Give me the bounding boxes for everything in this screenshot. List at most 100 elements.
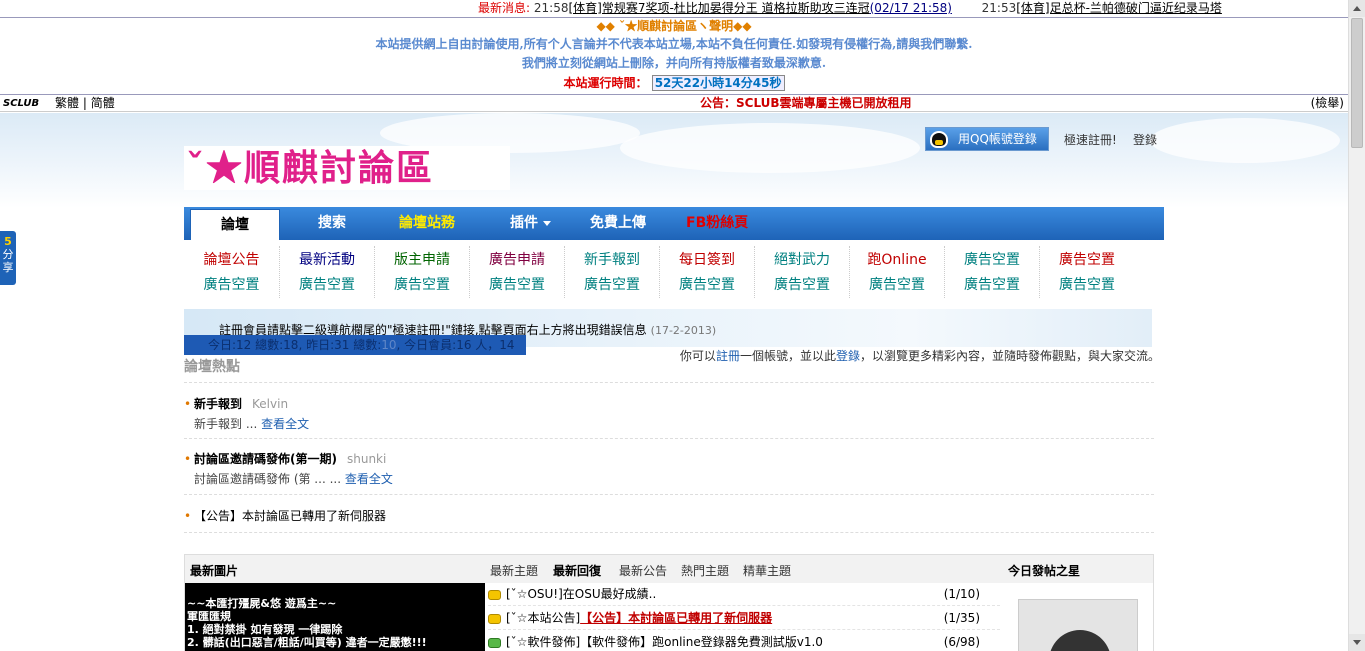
vertical-scrollbar[interactable] — [1348, 0, 1365, 651]
scroll-up-arrow[interactable] — [1349, 0, 1365, 17]
forum-stats: 今日:12 總數:18, 昨日:31 總數:10, 今日會員:16 人，14 — [184, 335, 526, 355]
quick-link-ad-slot[interactable]: 廣告空置 — [375, 271, 469, 296]
quick-link-ad-slot[interactable]: 廣告空置 — [280, 271, 374, 296]
quick-link[interactable]: 絕對武力 — [755, 246, 849, 271]
scroll-thumb[interactable] — [1351, 18, 1363, 148]
tab-latest-notices[interactable]: 最新公告 — [619, 562, 667, 579]
ticker-label: 最新消息: — [478, 1, 531, 15]
register-link[interactable]: 極速註冊! — [1064, 131, 1117, 148]
latest-pictures-label: 最新圖片 — [190, 564, 239, 578]
tab-featured-topics[interactable]: 精華主題 — [743, 562, 791, 579]
disclaimer-title: ◆◆ ˇ★順麒討論區ヽ聲明◆◆ — [596, 19, 752, 33]
hot-section-title: 論壇熱點 — [184, 359, 240, 375]
thread-row[interactable]: [ˇ☆OSU!]在OSU最好成績.. (1/10) — [488, 583, 1000, 606]
quick-links-column: 廣告空置 廣告空置 — [1039, 246, 1134, 298]
nav-site-affairs[interactable]: 論壇站務 — [399, 207, 455, 240]
welcome-text: 你可以 — [679, 349, 716, 363]
quick-link-ad-slot[interactable]: 廣告空置 — [850, 271, 944, 296]
quick-links-column: 最新活動 廣告空置 — [279, 246, 374, 298]
login-link[interactable]: 登錄 — [1133, 131, 1157, 148]
quick-link-ad-slot[interactable]: 廣告空置 — [1040, 271, 1134, 296]
lang-separator: | — [82, 96, 87, 110]
runtime-label: 本站運行時間： — [563, 76, 648, 90]
quick-link-ad-slot[interactable]: 廣告空置 — [660, 271, 754, 296]
announcement-date: (17-2-2013) — [650, 324, 717, 337]
sclub-logo[interactable]: SCLUB — [3, 95, 39, 112]
quick-link[interactable]: 最新活動 — [280, 246, 374, 271]
divider — [184, 438, 1154, 439]
quick-link[interactable]: 廣告空置 — [945, 246, 1039, 271]
ticker-news-link[interactable]: [体育]足总杯-兰帕德破门逼近纪录马塔 — [1016, 1, 1222, 15]
quick-link[interactable]: 每日簽到 — [660, 246, 754, 271]
quick-link[interactable]: 論壇公告 — [184, 246, 279, 271]
divider — [184, 494, 1154, 495]
simplified-link[interactable]: 简體 — [91, 96, 115, 110]
latest-picture[interactable]: ~~本匯打殭屍&悠 遊爲主~~ 軍匯匯規 1. 絕對禁掛 如有發現 一律踢除 2… — [185, 583, 485, 651]
stats-tail: , 今日會員:16 人，14 — [396, 338, 515, 352]
disclaimer-line: 本站提供網上自由討論使用,所有个人言論并不代表本站立場,本站不負任何責任.如發現… — [375, 37, 973, 51]
scroll-down-arrow[interactable] — [1349, 634, 1365, 651]
read-more-link[interactable]: 查看全文 — [345, 472, 393, 486]
avatar[interactable] — [1018, 599, 1138, 651]
welcome-login-link[interactable]: 登錄 — [836, 349, 860, 363]
welcome-register-link[interactable]: 註冊 — [716, 349, 740, 363]
quick-link-ad-slot[interactable]: 廣告空置 — [565, 271, 659, 296]
tab-latest-replies[interactable]: 最新回復 — [553, 562, 601, 579]
site-logo-text: ˇ★順麒討論區 — [186, 147, 435, 189]
qq-login-button[interactable]: 用QQ帳號登錄 — [925, 127, 1049, 151]
quick-link[interactable]: 廣告申請 — [470, 246, 564, 271]
nav-free-upload[interactable]: 免費上傳 — [590, 207, 646, 240]
share-tab[interactable]: 5 分享 — [0, 231, 16, 285]
thread-row[interactable]: [ˇ☆軟件發佈]【軟件發佈】跑online登錄器免費測試版v1.0 (6/98) — [488, 631, 1000, 651]
quick-link[interactable]: 新手報到 — [565, 246, 659, 271]
hot-item-author[interactable]: shunki — [347, 452, 386, 466]
hot-notice-link[interactable]: 【公告】本討論區已轉用了新伺服器 — [194, 509, 386, 523]
stats-total: 10 — [381, 338, 397, 352]
welcome-text: 一個帳號，並以此 — [739, 349, 836, 363]
welcome-message: 你可以註冊一個帳號，並以此登錄，以瀏覽更多精彩內容，並隨時發佈觀點，與大家交流。 — [680, 347, 1160, 364]
traditional-link[interactable]: 繁體 — [55, 96, 79, 110]
divider — [184, 532, 1154, 533]
quick-link-ad-slot[interactable]: 廣告空置 — [755, 271, 849, 296]
share-badge: 5 — [4, 235, 12, 248]
quick-links-column: 每日簽到 廣告空置 — [659, 246, 754, 298]
disclaimer-box: ◆◆ ˇ★順麒討論區ヽ聲明◆◆ 本站提供網上自由討論使用,所有个人言論并不代表本… — [0, 17, 1348, 95]
hot-item-title[interactable]: 討論區邀請碼發佈(第一期) — [194, 452, 337, 466]
ticker-news-link[interactable]: [体育]常规赛7奖项-杜比加晏得分王 道格拉斯助攻三连冠 — [568, 1, 869, 15]
nav-search[interactable]: 搜索 — [318, 207, 346, 240]
quick-link-ad-slot[interactable]: 廣告空置 — [470, 271, 564, 296]
site-header: ˇ★順麒討論區 用QQ帳號登錄 極速註冊! 登錄 — [0, 113, 1348, 208]
quick-link-ad-slot[interactable]: 廣告空置 — [945, 271, 1039, 296]
tab-latest-topics[interactable]: 最新主題 — [490, 562, 538, 579]
page: 最新消息: 21:58[体育]常规赛7奖项-杜比加晏得分王 道格拉斯助攻三连冠(… — [0, 0, 1348, 651]
hot-item-title[interactable]: 新手報到 — [194, 397, 242, 411]
read-more-link[interactable]: 查看全文 — [261, 417, 309, 431]
share-label: 分享 — [2, 248, 14, 274]
quick-links-column: 廣告申請 廣告空置 — [469, 246, 564, 298]
cloud-decoration — [1150, 118, 1340, 163]
quick-link[interactable]: 版主申請 — [375, 246, 469, 271]
nav-fb-page[interactable]: FB粉絲頁 — [686, 207, 748, 240]
thread-count: (6/98) — [943, 635, 980, 649]
tab-hot-topics[interactable]: 熱門主題 — [681, 562, 729, 579]
ticker-news-date[interactable]: (02/17 21:58) — [870, 1, 952, 15]
thread-title: [ˇ☆軟件發佈]【軟件發佈】跑online登錄器免費測試版v1.0 — [506, 635, 823, 649]
quick-links-column: 論壇公告 廣告空置 — [184, 246, 279, 298]
quick-link[interactable]: 跑Online — [850, 246, 944, 271]
site-logo[interactable]: ˇ★順麒討論區 — [184, 146, 510, 190]
sclub-notice-link[interactable]: 公告：SCLUB雲端專屬主機已開放租用 — [700, 95, 912, 112]
report-link[interactable]: (檢舉) — [1311, 95, 1344, 112]
hot-item-author[interactable]: Kelvin — [252, 397, 288, 411]
nav-plugins[interactable]: 插件 — [510, 207, 551, 240]
cloud-decoration — [620, 123, 920, 173]
bullet-icon: • — [184, 509, 192, 523]
nav-plugins-label: 插件 — [510, 215, 538, 231]
nav-forum[interactable]: 論壇 — [190, 209, 280, 240]
hot-item-summary: 新手報到 ... — [194, 417, 262, 431]
posting-star-label: 今日發帖之星 — [1008, 564, 1081, 578]
quick-link[interactable]: 廣告空置 — [1040, 246, 1134, 271]
thread-icon — [488, 637, 501, 648]
quick-link-ad-slot[interactable]: 廣告空置 — [184, 271, 279, 296]
quick-links-column: 新手報到 廣告空置 — [564, 246, 659, 298]
thread-row[interactable]: [ˇ☆本站公告]【公告】本討論區已轉用了新伺服器 (1/35) — [488, 607, 1000, 630]
